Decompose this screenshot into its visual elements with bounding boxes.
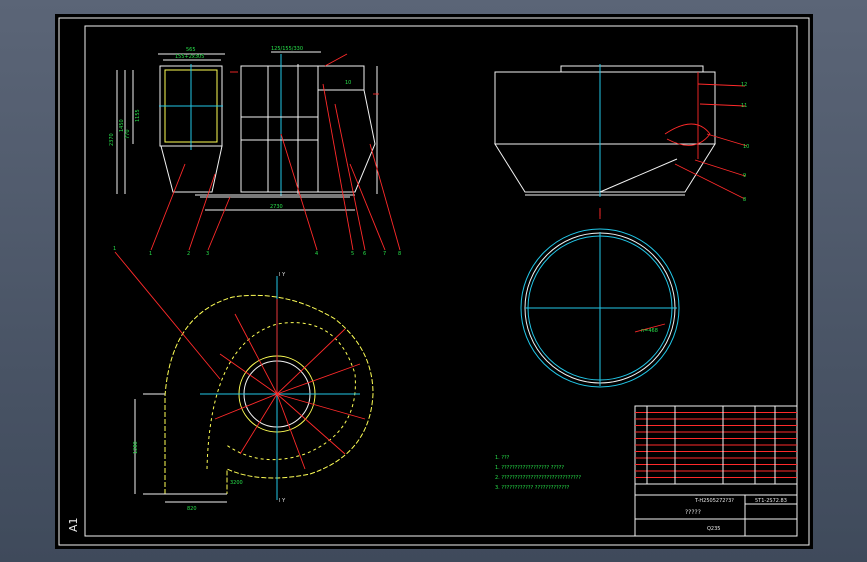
ring-view: n=468 [520, 209, 680, 388]
drawing-canvas: A1 565 155+2x305 770 2370 1450 1155 125/… [58, 17, 810, 546]
side-callout-9: 9 [743, 173, 746, 179]
note-0: 1. ??? [495, 455, 510, 461]
plan-dim-820: 820 [187, 506, 197, 512]
project-title: T-H2505272?3? [694, 498, 734, 504]
title-block: T-H2505272?3? 5T1-2S72.83 ????? Q235 [634, 405, 798, 537]
front-view: 565 155+2x305 770 2370 1450 1155 125/155… [109, 46, 401, 257]
dim-155: 155+2x305 [175, 54, 204, 60]
cad-viewport[interactable]: A1 565 155+2x305 770 2370 1450 1155 125/… [0, 0, 867, 562]
callout-8: 8 [398, 251, 401, 257]
callout-1: 1 [149, 251, 152, 257]
dim-1450: 1450 [119, 119, 125, 132]
dim-2370: 2370 [109, 133, 115, 146]
side-callout-8: 8 [743, 197, 746, 203]
side-callout-12: 12 [741, 82, 747, 88]
callout-5: 5 [351, 251, 354, 257]
drawing-sheet: A1 565 155+2x305 770 2370 1450 1155 125/… [55, 14, 813, 549]
plan-dim-3200: 3200 [230, 480, 243, 486]
drawing-number: 5T1-2S72.83 [755, 498, 787, 504]
note-1: 1. ?????????????????? ????? [495, 465, 564, 471]
part-name: ????? [685, 509, 701, 516]
dim-565: 565 [186, 47, 196, 53]
callout-2: 2 [187, 251, 190, 257]
callout-3: 3 [206, 251, 209, 257]
side-callout-11: 11 [741, 103, 747, 109]
technical-notes: 1. ??? 1. ?????????????????? ????? 2. ??… [495, 455, 581, 491]
sheet-size-label: A1 [67, 517, 80, 532]
plan-axis-top: I Y [279, 272, 286, 278]
callout-7: 7 [383, 251, 386, 257]
callout-6: 6 [363, 251, 366, 257]
side-callout-10: 10 [743, 144, 749, 150]
note-2: 2. ?????????????????????????????? [495, 475, 581, 481]
dim-10: 10 [345, 80, 351, 86]
ring-dim: n=468 [641, 328, 658, 334]
plan-dim-1280: 1280 [133, 441, 139, 454]
material: Q235 [707, 526, 720, 532]
dim-2730: 2730 [270, 204, 283, 210]
note-3: 3. ???????????? ????????????? [495, 485, 570, 491]
plan-callout: 1 [113, 246, 116, 252]
callout-4: 4 [315, 251, 318, 257]
dim-top: 125/155/330 [271, 46, 303, 52]
dim-1155: 1155 [135, 109, 141, 122]
plan-view: I Y I Y 1 1280 820 3200 [113, 246, 374, 512]
outer-border [58, 17, 810, 546]
parts-list-rows [635, 412, 797, 478]
side-view: 12 11 10 9 8 [494, 64, 749, 216]
inner-border [84, 25, 798, 537]
plan-axis-bottom: I Y [279, 498, 286, 504]
dim-770: 770 [125, 129, 131, 139]
